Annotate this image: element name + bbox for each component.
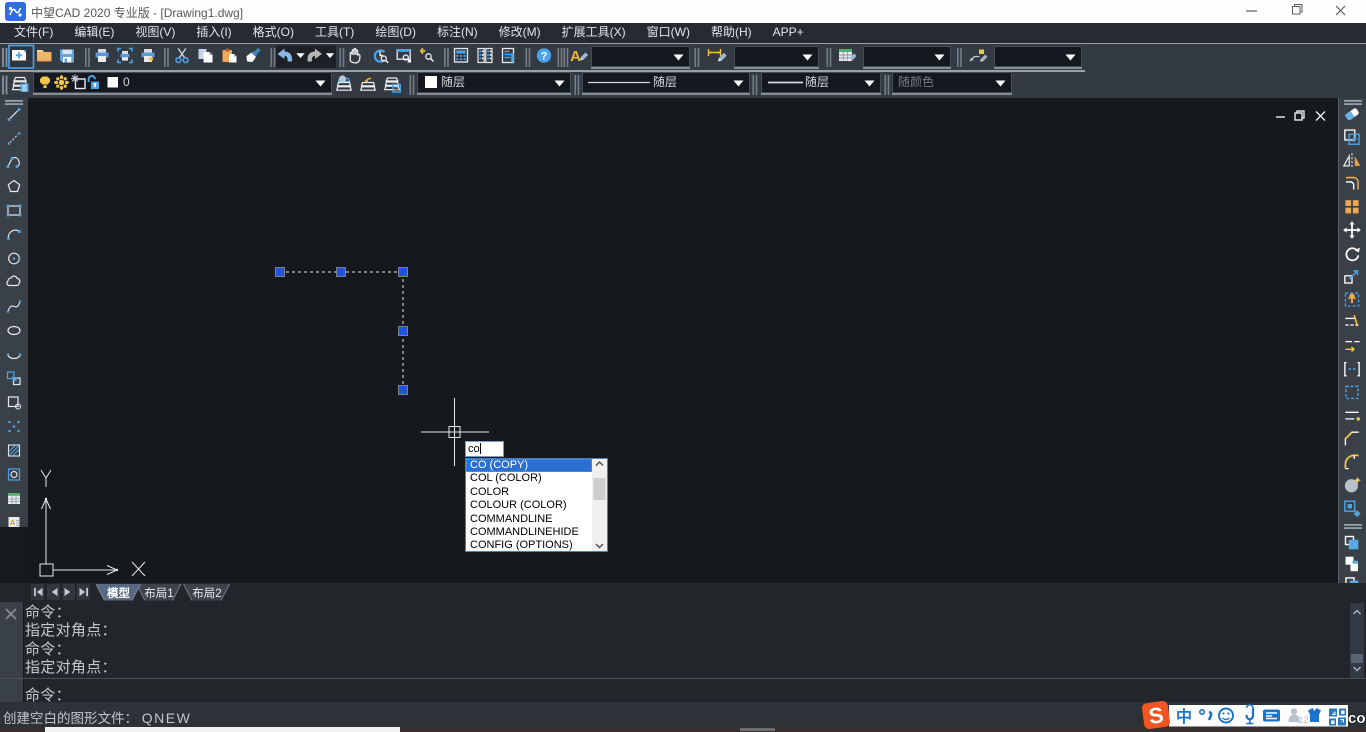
- svg-text:com: com: [1348, 710, 1366, 727]
- svg-text:布局2: 布局2: [192, 587, 221, 600]
- svg-text:模型: 模型: [107, 586, 130, 600]
- svg-text:中: 中: [1176, 703, 1192, 727]
- svg-text:?: ?: [541, 51, 548, 63]
- svg-text:A: A: [10, 518, 16, 527]
- svg-text:12: 12: [1298, 715, 1309, 726]
- svg-text:布局1: 布局1: [144, 587, 173, 600]
- svg-text:A: A: [570, 48, 581, 65]
